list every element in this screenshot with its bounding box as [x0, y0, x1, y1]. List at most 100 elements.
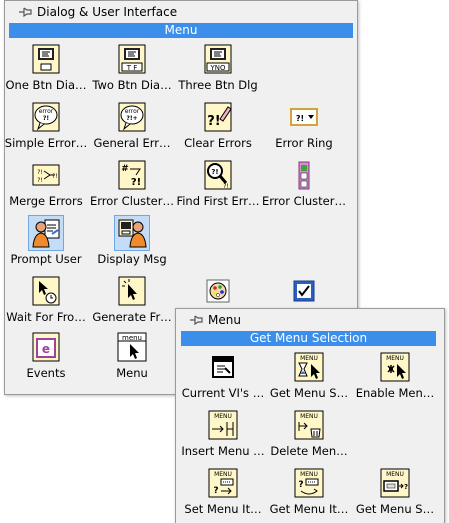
prompt-user-icon [32, 219, 60, 248]
tile-selected [114, 215, 150, 251]
error-ring-item[interactable]: ?! Error Ring [261, 97, 347, 153]
set-menu-item-info-item[interactable]: MENU? Set Menu It… [180, 463, 266, 519]
item-label: Delete Men… [270, 444, 348, 458]
palette-title: Menu [208, 313, 241, 327]
tile: MENU? [377, 465, 413, 501]
get-menu-selection-icon: MENU [294, 352, 324, 382]
item-label: Simple Error… [4, 136, 88, 150]
get-menu-selection-item[interactable]: MENU Get Menu S… [266, 347, 352, 403]
tile [28, 41, 64, 77]
svg-text:?!: ?! [43, 115, 49, 122]
one-button-dialog-icon [32, 44, 60, 74]
delete-menu-items-icon: MENU [294, 410, 324, 440]
pushpin-icon[interactable] [17, 5, 33, 19]
svg-text:MENU: MENU [386, 355, 404, 362]
item-label: Three Btn Dlg [178, 78, 258, 92]
two-button-dialog-icon: T F [118, 44, 146, 74]
get-menu-shortcut-info-item[interactable]: MENU? Get Menu S… [352, 463, 438, 519]
section-banner-menu: Menu [9, 23, 353, 38]
insert-menu-items-item[interactable]: MENU Insert Menu … [180, 405, 266, 461]
item-label: Error Cluster… [261, 194, 346, 208]
simple-error-handler-item[interactable]: error?! Simple Error… [3, 97, 89, 153]
tile: #?! [114, 157, 150, 193]
two-button-dialog-item[interactable]: T F Two Btn Dia… [89, 39, 175, 95]
svg-text:?!: ?! [131, 177, 141, 188]
menu-subpalette-icon: menu [117, 332, 147, 362]
item-label: Error Ring [275, 136, 333, 150]
item-label: General Err… [93, 136, 171, 150]
palette-titlebar[interactable]: Dialog & User Interface [5, 1, 357, 23]
item-label: Menu [116, 366, 148, 380]
clear-errors-icon: ?! [204, 102, 232, 132]
tile: ?!?!?! [28, 157, 64, 193]
item-label: Prompt User [10, 252, 82, 266]
tile: error?! [28, 99, 64, 135]
pushpin-icon[interactable] [188, 313, 204, 327]
item-label: Current VI's … [181, 386, 265, 400]
get-menu-shortcut-info-icon: MENU? [380, 468, 410, 498]
tile: ?! [200, 99, 236, 135]
tile [286, 273, 322, 309]
tile: MENU [205, 407, 241, 443]
events-icon: e [32, 332, 60, 362]
menu-subpalette-item[interactable]: menu Menu [89, 327, 175, 383]
item-label: Merge Errors [9, 194, 83, 208]
generate-front-panel-item[interactable]: Generate Fr… [89, 271, 175, 327]
wait-for-front-panel-item[interactable]: Wait For Fro… [3, 271, 89, 327]
three-button-dialog-item[interactable]: YNO Three Btn Dlg [175, 39, 261, 95]
item-label: Wait For Fro… [6, 310, 86, 324]
error-cluster-from-code-item[interactable]: #?! Error Cluster… [89, 155, 175, 211]
current-vi-menubar-item[interactable]: Current VI's … [180, 347, 266, 403]
svg-text:MENU: MENU [214, 413, 232, 420]
tile: T F [114, 41, 150, 77]
svg-text:error: error [39, 108, 54, 115]
tile: error ?!+ [114, 99, 150, 135]
error-cluster-constant-icon [298, 161, 310, 190]
tile: ?! [286, 99, 322, 135]
item-label: Find First Err… [176, 194, 260, 208]
get-menu-item-info-icon: MENU? [294, 468, 324, 498]
item-label: Enable Men… [355, 386, 435, 400]
svg-text:?!: ?! [37, 169, 43, 176]
svg-text:?!: ?! [207, 114, 220, 129]
general-error-handler-item[interactable]: error ?!+ General Err… [89, 97, 175, 153]
clear-errors-item[interactable]: ?! Clear Errors [175, 97, 261, 153]
find-first-error-item[interactable]: ?!?! Find First Err… [175, 155, 261, 211]
tile: e [28, 329, 64, 365]
one-button-dialog-item[interactable]: One Btn Dia… [3, 39, 89, 95]
tile [205, 349, 241, 385]
item-label: Get Menu S… [355, 502, 435, 516]
get-menu-item-info-item[interactable]: MENU? Get Menu It… [266, 463, 352, 519]
error-cluster-from-code-icon: #?! [118, 160, 146, 190]
svg-text:?!: ?! [211, 168, 218, 176]
tile [200, 273, 236, 309]
merge-errors-item[interactable]: ?!?!?! Merge Errors [3, 155, 89, 211]
insert-menu-items-icon: MENU [208, 410, 238, 440]
item-label: Insert Menu … [181, 444, 265, 458]
find-first-error-icon: ?!?! [204, 160, 232, 190]
tile [114, 273, 150, 309]
error-cluster-constant-item[interactable]: Error Cluster… [261, 155, 347, 211]
svg-text:?: ? [404, 483, 408, 491]
prompt-user-item[interactable]: Prompt User [3, 213, 89, 269]
events-item[interactable]: e Events [3, 327, 89, 383]
item-label: Set Menu It… [184, 502, 262, 516]
palette-titlebar[interactable]: Menu [176, 309, 444, 331]
svg-text:?: ? [298, 480, 303, 490]
enable-menu-tracking-item[interactable]: MENU Enable Men… [352, 347, 438, 403]
tile: MENU? [205, 465, 241, 501]
tile: ?!?! [200, 157, 236, 193]
display-message-item[interactable]: Display Msg [89, 213, 175, 269]
checkbox-icon [293, 280, 315, 302]
set-menu-item-info-icon: MENU? [208, 468, 238, 498]
delete-menu-items-item[interactable]: MENU Delete Men… [266, 405, 352, 461]
tile: YNO [200, 41, 236, 77]
item-label: Two Btn Dia… [92, 78, 172, 92]
svg-text:MENU: MENU [214, 471, 232, 478]
current-vi-menubar-icon [212, 356, 234, 378]
error-ring-icon: ?! [290, 108, 318, 126]
svg-text:?!: ?! [296, 114, 304, 123]
section-banner-get-menu-selection: Get Menu Selection [181, 331, 436, 346]
generate-front-panel-icon [118, 276, 146, 306]
three-button-dialog-icon: YNO [204, 44, 232, 74]
